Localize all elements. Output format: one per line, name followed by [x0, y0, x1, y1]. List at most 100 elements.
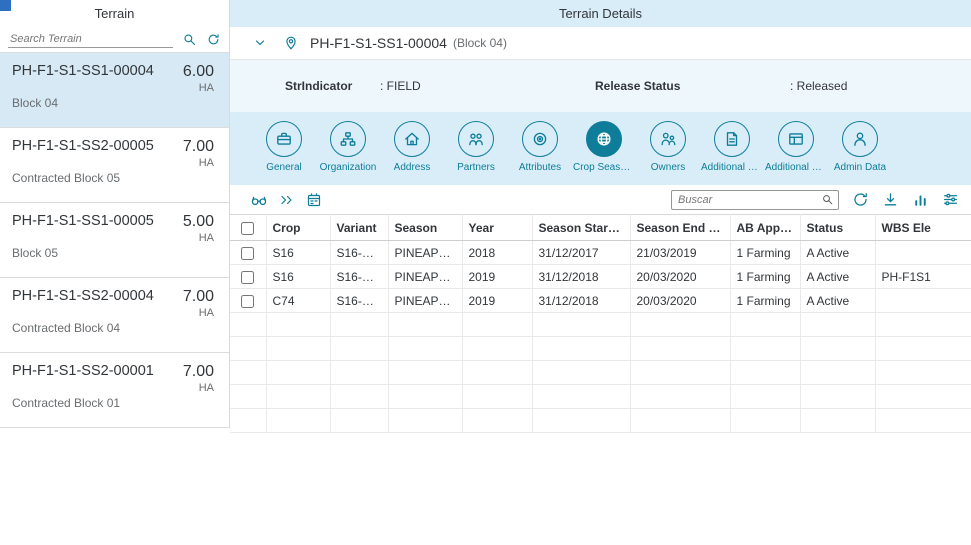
history-icon[interactable]: [852, 191, 869, 208]
terrain-area-value: 7.00: [183, 138, 214, 156]
person-icon: [842, 121, 878, 157]
cell-crop: S16: [266, 241, 330, 265]
cell-ab-appli: 1 Farming: [730, 265, 800, 289]
cell-ab-appli: 1 Farming: [730, 289, 800, 313]
tab-additional-data-1[interactable]: Additional D...: [700, 112, 764, 185]
tab-address[interactable]: Address: [380, 112, 444, 185]
terrain-id: PH-F1-S1-SS1-00004: [12, 63, 154, 79]
terrain-id: PH-F1-S1-SS2-00001: [12, 363, 154, 379]
glasses-icon[interactable]: [250, 191, 268, 209]
object-subtitle: (Block 04): [453, 36, 507, 50]
tab-additional-data-2[interactable]: Additional D...: [764, 112, 828, 185]
column-header[interactable]: Season Start Date: [532, 215, 630, 241]
search-icon[interactable]: [182, 32, 197, 47]
terrain-list-item[interactable]: PH-F1-S1-SS2-00005 Contracted Block 05 7…: [0, 128, 229, 203]
terrain-search-input[interactable]: [8, 31, 173, 48]
row-checkbox[interactable]: [241, 295, 254, 308]
chevron-down-icon[interactable]: [252, 35, 268, 51]
row-checkbox[interactable]: [241, 247, 254, 260]
cell-variant: S16-P2H: [330, 241, 388, 265]
terrain-area-unit: HA: [183, 157, 214, 169]
details-title: Terrain Details: [559, 6, 642, 21]
tab-crop-seasons[interactable]: Crop Seasons: [572, 112, 636, 185]
bar-chart-icon[interactable]: [912, 191, 929, 208]
sidebar-title-bar: Terrain: [0, 0, 229, 27]
terrain-list-item[interactable]: PH-F1-S1-SS2-00001 Contracted Block 01 7…: [0, 353, 229, 428]
column-header[interactable]: Year: [462, 215, 532, 241]
column-header[interactable]: Status: [800, 215, 875, 241]
cell-variant: S16-P2H: [330, 289, 388, 313]
cell-status: A Active: [800, 265, 875, 289]
search-icon[interactable]: [821, 193, 834, 206]
crop-seasons-table: Crop Variant Season Year Season Start Da…: [230, 214, 971, 433]
cell-year: 2018: [462, 241, 532, 265]
tab-owners[interactable]: Owners: [636, 112, 700, 185]
column-header[interactable]: Variant: [330, 215, 388, 241]
briefcase-icon: [266, 121, 302, 157]
terrain-list-item[interactable]: PH-F1-S1-SS1-00004 Block 04 6.00 HA: [0, 53, 229, 128]
release-status-label: Release Status: [595, 79, 790, 93]
cell-season-end: 20/03/2020: [630, 265, 730, 289]
cell-wbs: [875, 289, 971, 313]
table-row[interactable]: S16 S16-P2H PINEAPPLE 2018 31/12/2017 21…: [230, 241, 971, 265]
empty-row: [230, 337, 971, 361]
row-checkbox[interactable]: [241, 271, 254, 284]
org-chart-icon: [330, 121, 366, 157]
details-title-bar: Terrain Details: [230, 0, 971, 27]
refresh-icon[interactable]: [206, 32, 221, 47]
column-header[interactable]: Season: [388, 215, 462, 241]
tab-general[interactable]: General: [252, 112, 316, 185]
empty-row: [230, 385, 971, 409]
column-header[interactable]: AB Appli...: [730, 215, 800, 241]
tab-organization[interactable]: Organization: [316, 112, 380, 185]
tab-partners[interactable]: Partners: [444, 112, 508, 185]
table-row[interactable]: C74 S16-P2H PINEAPPLE 2019 31/12/2018 20…: [230, 289, 971, 313]
calendar-icon[interactable]: [306, 192, 322, 208]
terrain-area-unit: HA: [183, 232, 214, 244]
terrain-area-unit: HA: [183, 82, 214, 94]
terrain-area-value: 5.00: [183, 213, 214, 231]
terrain-list-item[interactable]: PH-F1-S1-SS2-00004 Contracted Block 04 7…: [0, 278, 229, 353]
terrain-subtitle: Contracted Block 01: [12, 396, 154, 410]
terrain-area-unit: HA: [183, 307, 214, 319]
object-info-strip: StrIndicator : FIELD Release Status : Re…: [230, 60, 971, 112]
cell-year: 2019: [462, 289, 532, 313]
tab-admin-data[interactable]: Admin Data: [828, 112, 892, 185]
cell-season: PINEAPPLE: [388, 289, 462, 313]
table-search-box: [671, 190, 839, 210]
terrain-id: PH-F1-S1-SS2-00005: [12, 138, 154, 154]
column-header[interactable]: Crop: [266, 215, 330, 241]
download-icon[interactable]: [882, 191, 899, 208]
target-icon: [522, 121, 558, 157]
cell-season-start: 31/12/2018: [532, 289, 630, 313]
column-header[interactable]: WBS Ele: [875, 215, 971, 241]
cell-season: PINEAPPLE: [388, 265, 462, 289]
icon-tab-bar: General Organization Address Partners: [230, 112, 971, 185]
double-chevron-icon[interactable]: [279, 192, 295, 208]
str-indicator-label: StrIndicator: [285, 79, 380, 93]
tab-attributes[interactable]: Attributes: [508, 112, 572, 185]
table-row[interactable]: S16 S16-P2H PINEAPPLE 2019 31/12/2018 20…: [230, 265, 971, 289]
str-indicator-value: : FIELD: [380, 79, 421, 93]
empty-row: [230, 361, 971, 385]
cell-season-start: 31/12/2017: [532, 241, 630, 265]
empty-row: [230, 409, 971, 433]
terrain-list-item[interactable]: PH-F1-S1-SS1-00005 Block 05 5.00 HA: [0, 203, 229, 278]
sidebar: Terrain PH-F1-S1-SS1-00004 Block 04 6.00…: [0, 0, 230, 428]
table-toolbar: [230, 185, 971, 214]
object-title: PH-F1-S1-SS1-00004: [310, 35, 447, 51]
cell-variant: S16-P2H: [330, 265, 388, 289]
row-select-cell: [230, 265, 266, 289]
terrain-area-value: 6.00: [183, 63, 214, 81]
cell-crop: C74: [266, 289, 330, 313]
terrain-area-unit: HA: [183, 382, 214, 394]
personalize-sliders-icon[interactable]: [942, 191, 959, 208]
terrain-id: PH-F1-S1-SS2-00004: [12, 288, 154, 304]
select-all-checkbox[interactable]: [241, 222, 254, 235]
app-logo: [0, 0, 11, 11]
column-header[interactable]: Season End Date: [630, 215, 730, 241]
cell-crop: S16: [266, 265, 330, 289]
cell-status: A Active: [800, 289, 875, 313]
table-header-row: Crop Variant Season Year Season Start Da…: [230, 215, 971, 241]
table-search-input[interactable]: [676, 193, 821, 207]
